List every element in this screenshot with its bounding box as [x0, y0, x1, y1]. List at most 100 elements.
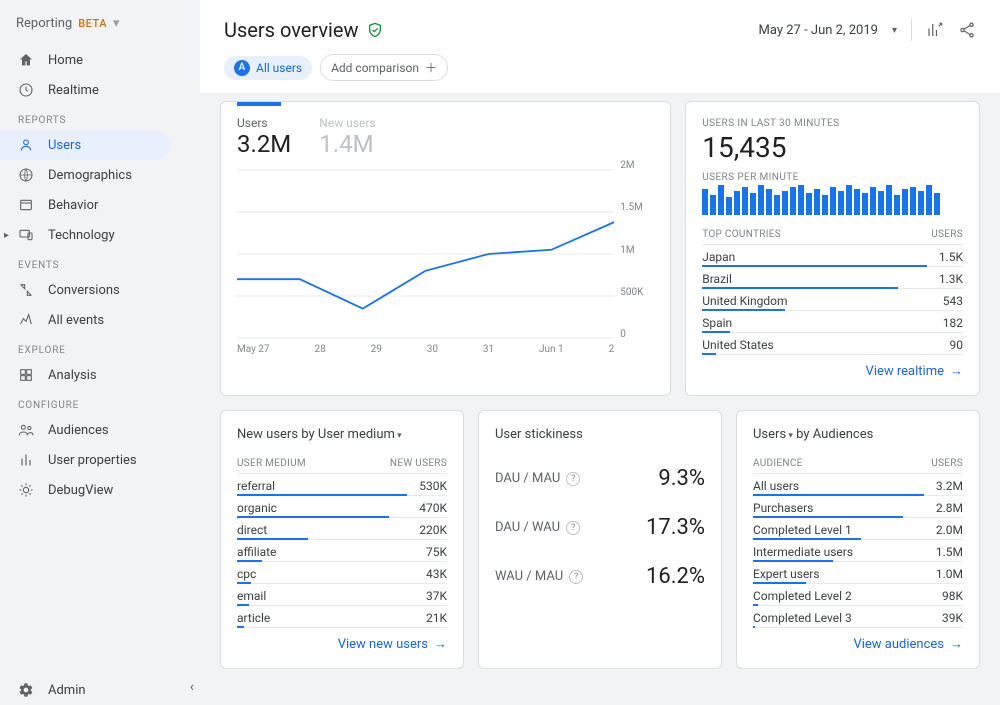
table-row[interactable]: direct 220K: [237, 518, 447, 538]
events-group-label: EVENTS: [0, 250, 200, 275]
beta-badge: BETA: [78, 17, 107, 30]
collapse-sidebar-button[interactable]: ‹: [190, 679, 194, 695]
table-row[interactable]: organic470K: [237, 496, 447, 516]
sidebar-item-label: Admin: [48, 683, 86, 698]
sidebar-item-all-events[interactable]: All events: [0, 305, 170, 335]
help-icon[interactable]: ?: [569, 570, 583, 584]
row-name: cpc: [237, 567, 256, 581]
sidebar-header[interactable]: Reporting BETA ▾: [0, 10, 200, 45]
table-row[interactable]: article21K: [237, 606, 447, 626]
help-icon[interactable]: ?: [566, 521, 580, 535]
row-name: email: [237, 589, 266, 603]
help-icon[interactable]: ?: [566, 472, 580, 486]
sidebar-item-debugview[interactable]: DebugView: [0, 475, 170, 505]
table-row[interactable]: Brazil1.3K: [702, 267, 963, 287]
view-realtime-link[interactable]: View realtime →: [702, 363, 963, 379]
row-value: 37K: [426, 589, 447, 603]
date-range-picker[interactable]: May 27 - Jun 2, 2019: [759, 23, 878, 38]
table-row[interactable]: Completed Level 339K: [753, 606, 963, 626]
table-row[interactable]: affiliate75K: [237, 540, 447, 560]
table-row[interactable]: Completed Level 12.0M: [753, 518, 963, 538]
x-tick: 31: [483, 344, 494, 355]
view-audiences-link[interactable]: View audiences →: [753, 636, 963, 652]
realtime-30min-value: 15,435: [702, 131, 963, 164]
row-name: direct: [237, 523, 267, 537]
row-value: 1.5K: [939, 250, 963, 264]
card-title[interactable]: Users by Audiences: [753, 427, 963, 442]
user-properties-icon: [18, 452, 34, 468]
metric-label: New users: [319, 116, 375, 130]
y-tick: 500K: [620, 287, 654, 298]
users-overview-card: Users 3.2M New users 1.4M: [220, 101, 671, 396]
sidebar-item-label: Home: [48, 53, 83, 68]
chevron-right-icon: ▸: [4, 230, 9, 241]
sidebar-item-label: Users: [48, 138, 81, 153]
sidebar: Reporting BETA ▾ HomeRealtime REPORTS Us…: [0, 0, 200, 705]
all-users-pill[interactable]: A All users: [224, 56, 312, 80]
sidebar-item-user-properties[interactable]: User properties: [0, 445, 170, 475]
sidebar-item-admin[interactable]: Admin: [0, 675, 170, 705]
add-comparison-button[interactable]: Add comparison ＋: [320, 54, 448, 81]
table-row[interactable]: United States90: [702, 333, 963, 353]
sidebar-item-realtime[interactable]: Realtime: [0, 75, 170, 105]
table-row[interactable]: email 37K: [237, 584, 447, 604]
row-value: 21K: [426, 611, 447, 625]
x-tick: 2: [609, 344, 615, 355]
table-row[interactable]: cpc 43K: [237, 562, 447, 582]
col-users: USERS: [931, 458, 963, 469]
new-users-by-medium-card: New users by User medium USER MEDIUM NEW…: [220, 410, 464, 669]
chevron-down-icon: ▾: [113, 16, 120, 31]
table-row[interactable]: Completed Level 298K: [753, 584, 963, 604]
col-new-users: NEW USERS: [390, 458, 447, 469]
row-name: Completed Level 3: [753, 611, 852, 625]
sidebar-item-conversions[interactable]: Conversions: [0, 275, 170, 305]
row-value: 220K: [419, 523, 447, 537]
sidebar-item-behavior[interactable]: Behavior: [0, 190, 170, 220]
col-user-medium: USER MEDIUM: [237, 458, 306, 469]
metric-new-users[interactable]: New users 1.4M: [319, 116, 375, 158]
sidebar-item-demographics[interactable]: Demographics: [0, 160, 170, 190]
pill-label: All users: [256, 61, 302, 75]
col-users: USERS: [931, 229, 963, 240]
table-row[interactable]: Japan1.5K: [702, 245, 963, 265]
row-name: Brazil: [702, 272, 732, 286]
view-new-users-link[interactable]: View new users →: [237, 636, 447, 652]
gear-icon: [18, 682, 34, 698]
chart-edit-icon[interactable]: [926, 21, 944, 39]
table-row[interactable]: Spain182: [702, 311, 963, 331]
x-tick: May 27: [237, 344, 270, 355]
realtime-card: USERS IN LAST 30 MINUTES 15,435 USERS PE…: [685, 101, 980, 396]
audience-letter-icon: A: [234, 60, 250, 76]
stickiness-row: DAU / MAU?9.3%: [495, 454, 705, 503]
table-row[interactable]: Purchasers2.8M: [753, 496, 963, 516]
row-value: 2.8M: [936, 501, 963, 515]
table-row[interactable]: United Kingdom543: [702, 289, 963, 309]
chevron-down-icon: ▾: [892, 25, 897, 36]
sidebar-item-home[interactable]: Home: [0, 45, 170, 75]
table-row[interactable]: Expert users1.0M: [753, 562, 963, 582]
row-value: 43K: [426, 567, 447, 581]
card-title[interactable]: New users by User medium: [237, 427, 447, 442]
share-icon[interactable]: [958, 21, 976, 39]
page-header: Users overview May 27 - Jun 2, 2019 ▾ A …: [200, 0, 1000, 93]
sidebar-item-users[interactable]: Users: [0, 130, 170, 160]
sidebar-item-technology[interactable]: ▸ Technology: [0, 220, 170, 250]
conversions-icon: [18, 282, 34, 298]
stickiness-label: DAU / WAU: [495, 520, 560, 535]
main-content: Users overview May 27 - Jun 2, 2019 ▾ A …: [200, 0, 1000, 705]
metric-users[interactable]: Users 3.2M: [237, 116, 291, 158]
stickiness-label: WAU / MAU: [495, 569, 563, 584]
row-value: 1.5M: [936, 545, 963, 559]
sidebar-item-analysis[interactable]: Analysis: [0, 360, 170, 390]
table-row[interactable]: All users3.2M: [753, 474, 963, 494]
demographics-icon: [18, 167, 34, 183]
table-row[interactable]: referral530K: [237, 474, 447, 494]
sidebar-item-audiences[interactable]: Audiences: [0, 415, 170, 445]
arrow-right-icon: →: [950, 363, 963, 379]
table-row[interactable]: Intermediate users1.5M: [753, 540, 963, 560]
sidebar-item-label: Technology: [48, 228, 115, 243]
analysis-icon: [18, 367, 34, 383]
all-events-icon: [18, 312, 34, 328]
col-top-countries: TOP COUNTRIES: [702, 229, 781, 240]
page-title: Users overview: [224, 18, 359, 42]
